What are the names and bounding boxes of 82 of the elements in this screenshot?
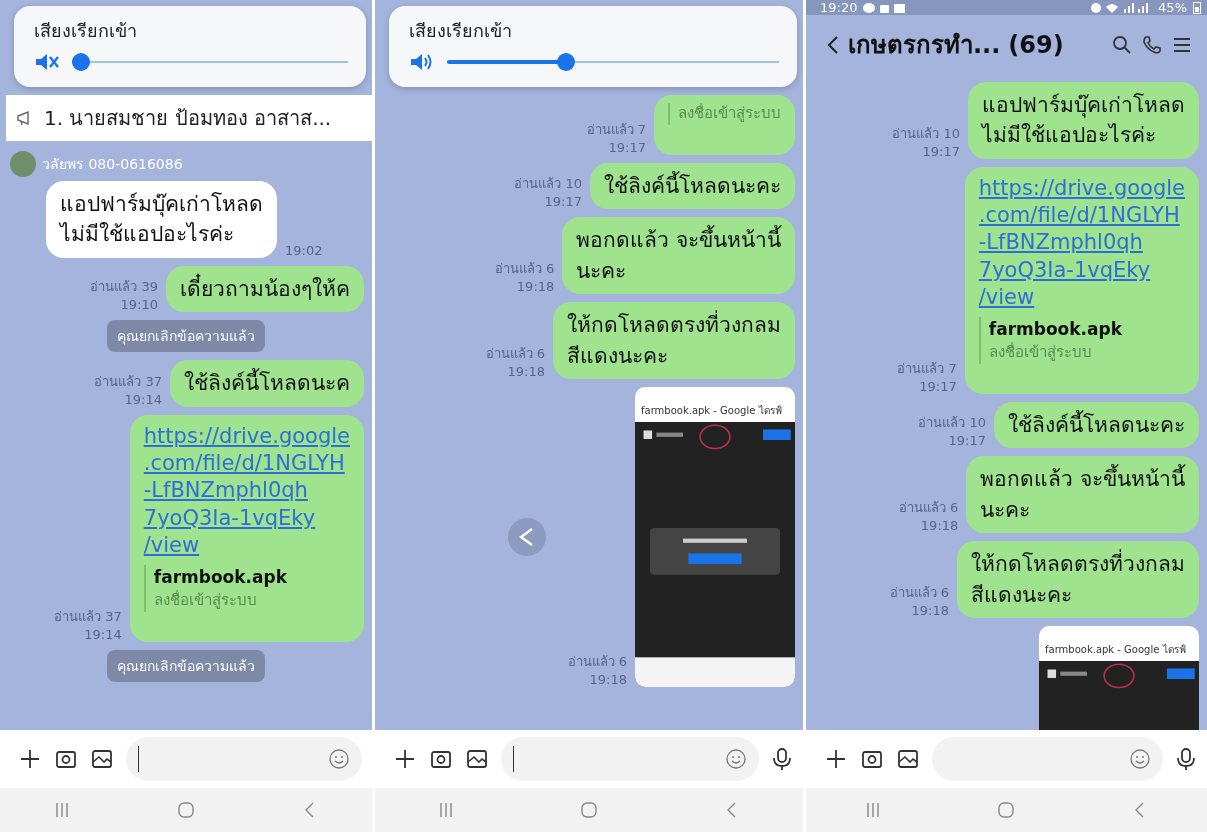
search-icon[interactable] bbox=[1111, 33, 1133, 56]
read-receipt: อ่านแล้ว 6 bbox=[485, 344, 545, 363]
message-time: 19:18 bbox=[589, 671, 627, 687]
preview-subtitle: ลงชื่อเข้าสู่ระบบ bbox=[988, 342, 1093, 363]
battery-percent: 45% bbox=[1158, 0, 1187, 15]
preview-subtitle: ลงชื่อเข้าสู่ระบบ bbox=[678, 103, 781, 124]
read-receipt: อ่านแล้ว 39 bbox=[90, 278, 158, 297]
system-notice: คุณยกเลิกข้อความแล้ว bbox=[107, 320, 265, 353]
volume-thumb[interactable] bbox=[556, 53, 575, 71]
read-receipt: อ่านแล้ว 37 bbox=[54, 607, 122, 626]
message-bubble: ใช้ลิงค์นี้โหลดนะคะ bbox=[994, 401, 1199, 449]
message-input[interactable] bbox=[126, 737, 362, 781]
sender-name: วลัยพร 080-0616086 bbox=[42, 155, 183, 174]
image-icon[interactable] bbox=[90, 747, 114, 771]
status-time: 19:20 bbox=[820, 0, 858, 15]
file-name: farmbook.apk bbox=[988, 318, 1123, 342]
message-input[interactable] bbox=[932, 737, 1163, 781]
message-time: 19:02 bbox=[285, 242, 323, 258]
volume-thumb[interactable] bbox=[72, 53, 90, 71]
page-title: farmbook.apk - Google ไดรฟ์ bbox=[1045, 643, 1186, 655]
file-name: farmbook.apk bbox=[153, 566, 288, 590]
emoji-icon[interactable] bbox=[328, 748, 350, 770]
message-time: 19:17 bbox=[948, 433, 986, 449]
image-icon[interactable] bbox=[465, 747, 489, 771]
message-input[interactable] bbox=[501, 737, 759, 781]
plus-icon[interactable] bbox=[393, 747, 417, 771]
home-icon[interactable] bbox=[996, 800, 1017, 820]
message-bubble: แอปฟาร์มบุ๊คเก่าโหลด ไม่มีใช้แอปอะไรค่ะ bbox=[968, 82, 1199, 159]
read-receipt: อ่านแล้ว 10 bbox=[514, 175, 582, 194]
home-icon[interactable] bbox=[176, 800, 196, 820]
page-title: farmbook.apk - Google ไดรฟ์ bbox=[641, 404, 782, 416]
microphone-icon[interactable] bbox=[1175, 747, 1197, 771]
message-time: 19:10 bbox=[120, 297, 158, 313]
read-receipt: อ่านแล้ว 10 bbox=[918, 414, 986, 433]
volume-title: เสียงเรียกเข้า bbox=[409, 19, 513, 43]
message-bubble: พอกดแล้ว จะขึ้นหน้านี้ นะคะ bbox=[562, 217, 795, 295]
message-time: 19:18 bbox=[516, 279, 555, 295]
read-receipt: อ่านแล้ว 37 bbox=[94, 372, 162, 391]
message-bubble: แอปฟาร์มบุ๊คเก่าโหลด ไม่มีใช้แอปอะไรค่ะ bbox=[46, 181, 277, 258]
read-receipt: อ่านแล้ว 7 bbox=[586, 120, 646, 139]
message-time: 19:14 bbox=[84, 626, 122, 642]
message-time: 19:18 bbox=[507, 363, 545, 379]
message-bubble: พอกดแล้ว จะขึ้นหน้านี้ นะคะ bbox=[966, 456, 1199, 534]
message-bubble: ใช้ลิงค์นี้โหลดนะค bbox=[170, 360, 364, 407]
emoji-icon[interactable] bbox=[725, 748, 747, 770]
message-time: 19:17 bbox=[922, 143, 960, 159]
home-icon[interactable] bbox=[579, 800, 599, 820]
message-time: 19:17 bbox=[919, 378, 957, 394]
screenshot-image[interactable]: farmbook.apk - Google ไดรฟ์ bbox=[1039, 625, 1199, 730]
message-bubble: ใช้ลิงค์นี้โหลดนะคะ bbox=[590, 162, 795, 210]
message-time: 19:17 bbox=[544, 194, 582, 210]
microphone-icon[interactable] bbox=[771, 747, 793, 771]
phone-icon[interactable] bbox=[1141, 33, 1163, 56]
image-icon[interactable] bbox=[896, 747, 920, 771]
announcement-bar[interactable]: 1. นายสมชาย ป้อมทอง อาสาส... bbox=[6, 95, 372, 141]
screenshot-image[interactable]: farmbook.apk - Google ไดรฟ์ bbox=[635, 386, 795, 687]
plus-icon[interactable] bbox=[18, 747, 42, 771]
read-receipt: อ่านแล้ว 6 bbox=[898, 499, 959, 518]
read-receipt: อ่านแล้ว 6 bbox=[494, 260, 555, 279]
announcement-text: 1. นายสมชาย ป้อมทอง อาสาส... bbox=[44, 105, 332, 132]
emoji-icon[interactable] bbox=[1129, 748, 1151, 770]
chat-title: เกษตรกรทำ... bbox=[848, 30, 1001, 61]
preview-subtitle: ลงชื่อเข้าสู่ระบบ bbox=[153, 589, 258, 611]
volume-title: เสียงเรียกเข้า bbox=[34, 19, 138, 43]
message-bubble: เดี๋ยวถามน้องๆให้ค bbox=[166, 265, 364, 313]
read-receipt: อ่านแล้ว 7 bbox=[897, 359, 957, 378]
mute-icon[interactable] bbox=[34, 51, 60, 73]
plus-icon[interactable] bbox=[824, 747, 848, 771]
member-count: (69) bbox=[1008, 30, 1064, 59]
message-bubble: ให้กดโหลดตรงที่วงกลม สีแดงนะคะ bbox=[957, 541, 1199, 618]
read-receipt: อ่านแล้ว 6 bbox=[567, 652, 627, 671]
message-time: 19:17 bbox=[608, 139, 646, 155]
system-notice: คุณยกเลิกข้อความแล้ว bbox=[107, 649, 265, 682]
read-receipt: อ่านแล้ว 10 bbox=[892, 124, 960, 143]
share-icon[interactable] bbox=[507, 517, 546, 556]
message-time: 19:18 bbox=[920, 518, 959, 534]
message-bubble: ให้กดโหลดตรงที่วงกลม สีแดงนะคะ bbox=[553, 302, 795, 379]
read-receipt: อ่านแล้ว 6 bbox=[889, 583, 949, 602]
message-time: 19:14 bbox=[124, 391, 162, 407]
message-time: 19:18 bbox=[911, 602, 949, 618]
back-icon[interactable] bbox=[826, 33, 840, 56]
battery-icon bbox=[1193, 1, 1201, 14]
